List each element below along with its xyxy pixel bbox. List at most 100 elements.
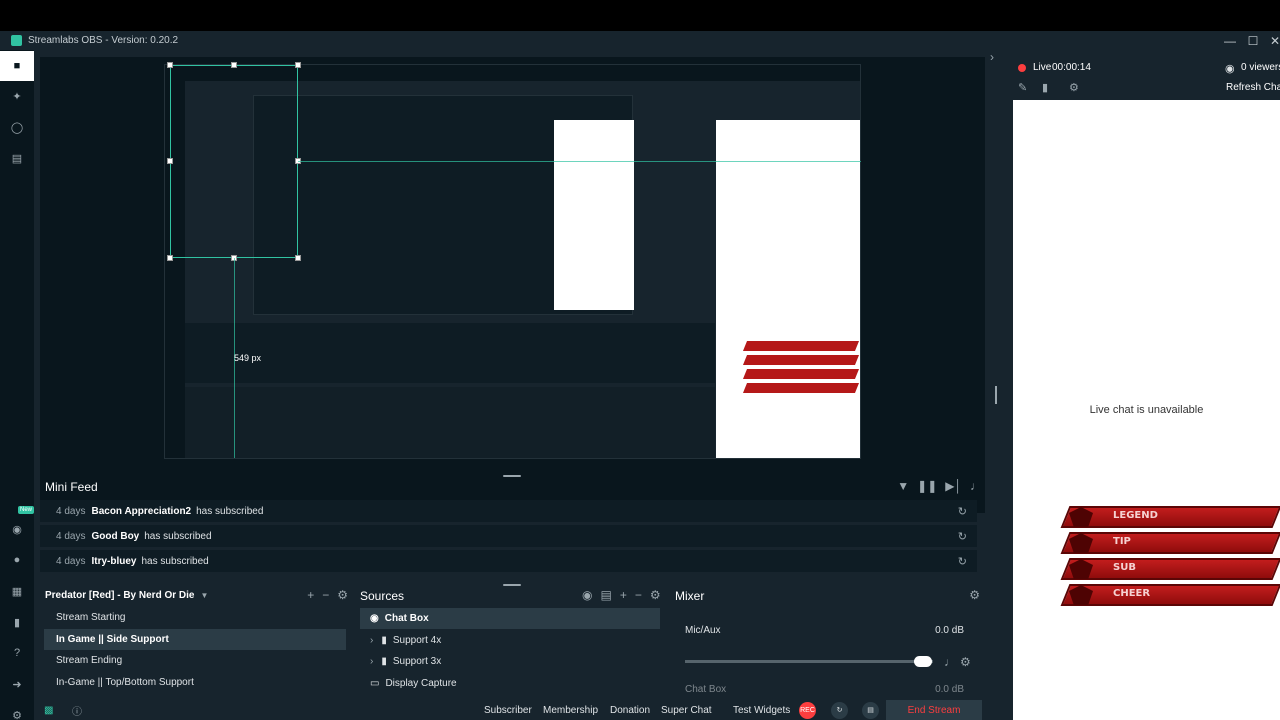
globe-icon[interactable]: ◉ New (0, 506, 35, 544)
source-item[interactable]: › ▮ Support 3x (360, 651, 660, 672)
source-item-active[interactable]: ◉ Chat Box (360, 608, 660, 629)
volume-slider-handle[interactable] (914, 656, 932, 667)
source-settings-icon[interactable]: ⚙ (650, 588, 661, 602)
feed-time: 4 days (56, 505, 86, 517)
chat-icon: ◉ (370, 613, 379, 624)
feed-action: has subscribed (141, 555, 209, 567)
source-label: Support 4x (392, 635, 442, 646)
replay-buffer-icon[interactable]: ↻ (831, 701, 848, 719)
visibility-icon[interactable]: ◉ (582, 588, 592, 602)
chatbot-icon[interactable]: ◯ (0, 112, 34, 142)
mixer-channel-name: Chat Box (685, 684, 727, 695)
rec-button[interactable]: REC (799, 701, 816, 719)
top-black-strip (0, 0, 1280, 31)
test-subscriber-link[interactable]: Subscriber (484, 705, 532, 716)
widget-label: LEGEND (1113, 510, 1158, 521)
app-logo-icon (11, 35, 22, 46)
feed-time: 4 days (56, 555, 86, 567)
app-store-icon[interactable]: ▤ (0, 143, 34, 173)
source-item[interactable]: › ▮ Support 4x (360, 630, 660, 651)
stats-icon[interactable]: ▩ (44, 705, 53, 716)
feed-user: Itry-bluey (91, 555, 137, 567)
test-donation-link[interactable]: Donation (610, 705, 650, 716)
tip-widget-bar (1060, 532, 1280, 554)
feed-row: 4 days Good Boy has subscribed ↻ (40, 525, 977, 547)
close-icon[interactable]: ✕ (1263, 31, 1280, 50)
remove-source-icon[interactable]: − (635, 588, 642, 602)
skip-icon[interactable]: ▶│ (945, 479, 962, 493)
viewer-count: 0 viewers (1241, 62, 1280, 73)
add-folder-icon[interactable]: ▤ (600, 588, 611, 602)
maximize-icon[interactable]: ☐ (1241, 31, 1265, 50)
title-bar: Streamlabs OBS - Version: 0.20.2 — ☐ ✕ (0, 31, 1280, 50)
volume-slider[interactable] (685, 660, 933, 663)
widget-label: SUB (1113, 562, 1136, 573)
mixer-panel: Mixer ⚙ Mic/Aux 0.0 dB ♩ ⚙ Chat Box 0.0 … (674, 584, 992, 704)
resize-handle[interactable] (295, 255, 301, 261)
test-superchat-link[interactable]: Super Chat (661, 705, 712, 716)
selection-box[interactable] (170, 65, 298, 258)
end-stream-button[interactable]: End Stream (886, 700, 982, 720)
chat-view[interactable]: Live chat is unavailable LEGEND TIP SUB … (1013, 100, 1280, 720)
channel-settings-icon[interactable]: ⚙ (960, 655, 971, 669)
feed-action: has subscribed (196, 505, 264, 517)
mute-icon[interactable]: ♩ (944, 655, 956, 669)
editor-main: 549 px Mini Feed ▼ ❚❚ ▶│ ♩ 4 days Bacon … (34, 50, 992, 720)
filter-icon[interactable]: ▼ (897, 479, 909, 493)
resize-handle[interactable] (167, 255, 173, 261)
panel-resize-handle[interactable] (995, 386, 997, 404)
feed-row: 4 days Bacon Appreciation2 has subscribe… (40, 500, 977, 522)
volume-icon[interactable]: ♩ (970, 479, 982, 493)
live-label: Live (1033, 62, 1052, 73)
test-widgets-label: Test Widgets (733, 704, 791, 716)
replay-icon[interactable]: ↻ (958, 555, 967, 568)
sources-title: Sources (360, 589, 405, 603)
source-item[interactable]: ▭ Display Capture (360, 673, 660, 694)
footer-bar: ▩ ⓘ Subscriber Membership Donation Super… (34, 700, 992, 720)
mixer-settings-icon[interactable]: ⚙ (969, 588, 980, 602)
legend-widget-bar (1060, 506, 1280, 528)
preview-canvas[interactable]: 549 px (40, 57, 985, 513)
add-source-icon[interactable]: + (620, 588, 627, 602)
minimize-icon[interactable]: — (1218, 31, 1242, 50)
source-label: Display Capture (385, 678, 457, 689)
cloudbot-icon[interactable]: ● (0, 545, 34, 575)
pause-icon[interactable]: ❚❚ (917, 479, 937, 493)
resize-handle[interactable] (231, 62, 237, 68)
mixer-channel-name: Mic/Aux (685, 625, 721, 636)
sub-widget-bar (1060, 558, 1280, 580)
replay-icon[interactable]: ↻ (958, 505, 967, 518)
folder-icon: ▮ (381, 656, 387, 667)
collapse-panel-icon[interactable]: › (990, 50, 994, 64)
test-membership-link[interactable]: Membership (543, 705, 598, 716)
widget-label: TIP (1113, 536, 1131, 547)
chat-unavailable-message: Live chat is unavailable (1089, 404, 1204, 416)
folder-icon[interactable]: ▮ (1042, 81, 1048, 94)
source-label: Support 3x (392, 656, 442, 667)
replay-icon[interactable]: ↻ (958, 530, 967, 543)
settings-icon[interactable]: ⚙ (0, 700, 34, 720)
edit-icon[interactable]: ✎ (1018, 81, 1027, 94)
chevron-right-icon[interactable]: › (370, 635, 373, 646)
feed-action: has subscribed (144, 530, 212, 542)
resize-handle[interactable] (167, 62, 173, 68)
columns-icon[interactable]: ▮ (0, 607, 34, 637)
studio-editor-icon[interactable]: ■ (0, 51, 34, 81)
logout-icon[interactable]: ➜ (0, 669, 34, 699)
monitor-icon: ▭ (370, 678, 380, 689)
folder-icon: ▮ (381, 635, 387, 646)
refresh-chat-button[interactable]: Refresh Chat (1226, 82, 1280, 93)
info-icon[interactable]: ⓘ (72, 703, 82, 718)
resize-handle[interactable] (295, 62, 301, 68)
mixer-channel-level: 0.0 dB (935, 625, 964, 636)
layout-icon[interactable]: ▦ (0, 576, 34, 606)
resize-handle[interactable] (167, 158, 173, 164)
new-badge: New (18, 506, 35, 514)
gear-icon[interactable]: ⚙ (1069, 81, 1079, 94)
feed-user: Good Boy (91, 530, 140, 542)
schedule-icon[interactable]: ▤ (862, 701, 879, 719)
chevron-right-icon[interactable]: › (370, 656, 373, 667)
mini-feed: Mini Feed ▼ ❚❚ ▶│ ♩ 4 days Bacon Appreci… (34, 476, 992, 576)
themes-icon[interactable]: ✦ (0, 81, 34, 111)
help-icon[interactable]: ? (0, 638, 34, 668)
